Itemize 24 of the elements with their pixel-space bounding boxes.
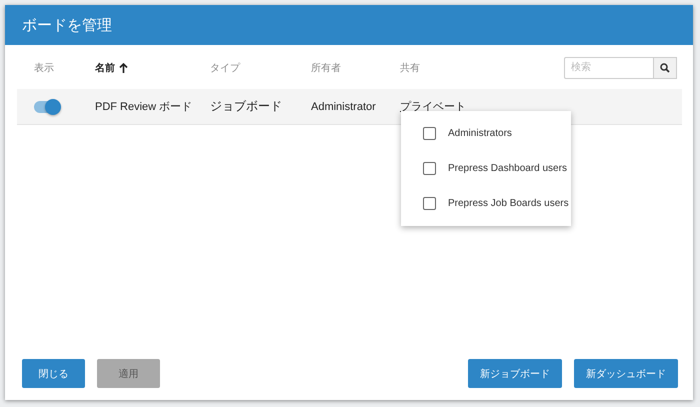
column-header[interactable]: タイプ [210,60,240,74]
group-label: Administrators [448,128,512,139]
column-header[interactable]: 共有 [400,60,420,74]
search-field[interactable]: 検索 [564,56,654,78]
sort-up-icon [119,62,128,72]
group-label: Prepress Dashboard users [448,163,567,174]
column-header[interactable]: 所有者 [311,60,341,74]
sharing-link[interactable]: プライベート [400,99,466,114]
dialog-title: ボードを管理 [22,16,112,34]
checkbox[interactable] [423,127,436,140]
search-icon [660,62,670,72]
checkbox[interactable] [423,197,436,210]
footer-button[interactable]: 閉じる [22,359,85,388]
footer-button[interactable]: 新ジョブボード [468,359,562,388]
visibility-toggle[interactable] [34,100,59,112]
search-button[interactable] [654,56,677,78]
column-header[interactable]: 表示 [34,60,54,74]
board-name: PDF Review ボード [95,100,192,114]
column-header[interactable]: 名前 [95,60,115,74]
group-label: Prepress Job Boards users [448,198,569,209]
footer-button[interactable]: 新ダッシュボード [574,359,678,388]
board-owner: Administrator [311,100,376,112]
checkbox[interactable] [423,162,436,175]
board-type: ジョブボード [210,98,282,115]
